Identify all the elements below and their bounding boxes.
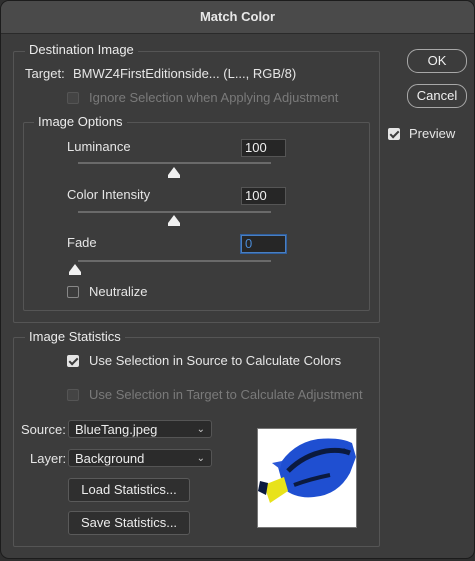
color-intensity-field[interactable]: 100 (241, 187, 286, 205)
target-value: BMWZ4FirstEditionside... (L..., RGB/8) (73, 66, 297, 81)
fade-slider-track[interactable] (78, 260, 271, 262)
load-statistics-button[interactable]: Load Statistics... (68, 478, 190, 502)
ignore-selection-checkbox[interactable] (67, 92, 79, 104)
chevron-down-icon: ⌄ (196, 424, 205, 435)
cancel-button[interactable]: Cancel (407, 84, 467, 108)
source-thumbnail (257, 428, 357, 528)
source-value: BlueTang.jpeg (75, 422, 158, 437)
neutralize-checkbox[interactable] (67, 286, 79, 298)
ok-button[interactable]: OK (407, 49, 467, 73)
layer-label: Layer: (30, 451, 67, 466)
use-source-label: Use Selection in Source to Calculate Col… (89, 353, 342, 368)
chevron-down-icon: ⌄ (196, 453, 205, 464)
neutralize-label: Neutralize (89, 284, 148, 299)
fade-field[interactable]: 0 (241, 235, 286, 253)
source-dropdown[interactable]: BlueTang.jpeg ⌄ (68, 420, 212, 438)
color-intensity-slider-track[interactable] (78, 211, 271, 213)
luminance-field[interactable]: 100 (241, 139, 286, 157)
source-label: Source: (21, 422, 66, 437)
use-target-checkbox[interactable] (67, 389, 79, 401)
use-source-checkbox[interactable] (67, 355, 79, 367)
ignore-selection-label: Ignore Selection when Applying Adjustmen… (89, 90, 339, 105)
luminance-label: Luminance (67, 139, 131, 154)
preview-checkbox[interactable] (388, 128, 400, 140)
slider-thumb-icon[interactable] (168, 215, 180, 226)
use-target-label: Use Selection in Target to Calculate Adj… (89, 387, 363, 402)
match-color-dialog: Match Color Destination Image Target: BM… (0, 0, 475, 559)
slider-thumb-icon[interactable] (69, 264, 81, 275)
dialog-title: Match Color (1, 1, 474, 34)
layer-dropdown[interactable]: Background ⌄ (68, 449, 212, 467)
blue-tang-fish-image (258, 438, 356, 503)
image-options-legend: Image Options (34, 114, 127, 129)
destination-image-legend: Destination Image (25, 42, 138, 57)
target-label: Target: (25, 66, 65, 81)
color-intensity-label: Color Intensity (67, 187, 151, 202)
preview-label: Preview (409, 126, 456, 141)
image-statistics-legend: Image Statistics (25, 329, 125, 344)
luminance-slider-track[interactable] (78, 162, 271, 164)
layer-value: Background (75, 451, 145, 466)
slider-thumb-icon[interactable] (168, 167, 180, 178)
save-statistics-button[interactable]: Save Statistics... (68, 511, 190, 535)
fade-label: Fade (67, 235, 97, 250)
